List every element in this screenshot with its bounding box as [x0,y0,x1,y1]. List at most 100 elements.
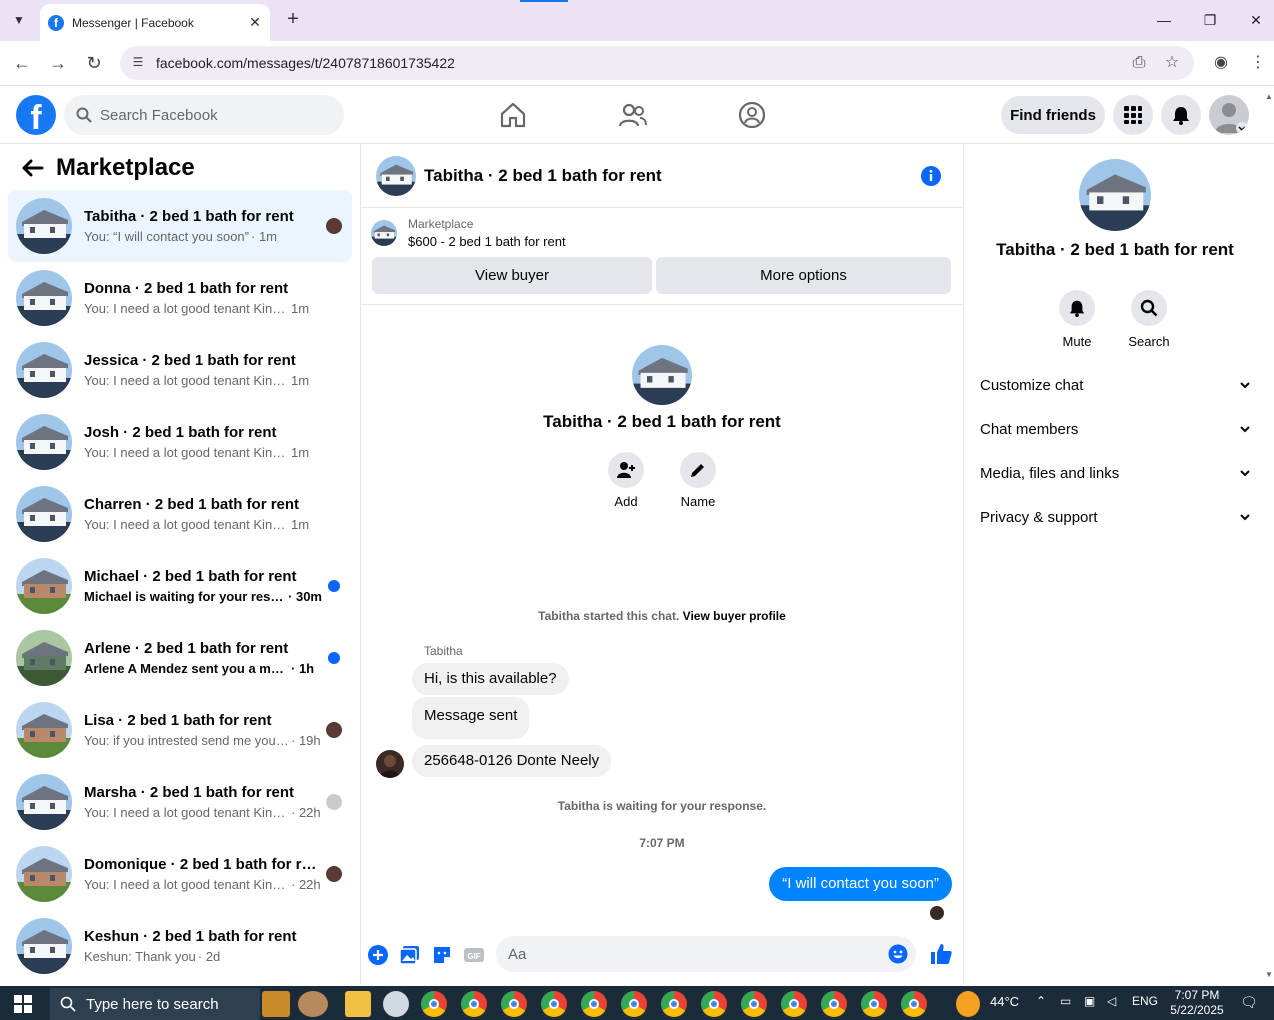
conversation-item[interactable]: Charren · 2 bed 1 bath for rent You: I ne… [8,478,352,550]
media-files-links-section[interactable]: Media, files and links [980,458,1252,488]
reload-button[interactable]: ↻ [82,51,106,75]
address-bar[interactable]: ☰ facebook.com/messages/t/24078718601735… [120,46,1194,80]
facebook-search-input[interactable] [100,106,320,124]
marketplace-label: Marketplace [408,217,474,231]
back-button[interactable]: ← [10,51,34,75]
scrollbar-down-arrow[interactable]: ▼ [1264,970,1274,979]
back-arrow-icon[interactable] [18,153,48,183]
thumbs-up-icon[interactable] [929,942,953,966]
search-conversation-button[interactable]: Search [1119,290,1179,349]
gif-icon[interactable]: GIF [463,944,485,966]
sender-avatar[interactable] [376,750,404,778]
tab-search-button[interactable]: ▼ [6,8,32,32]
browser-menu-icon[interactable]: ⋮ [1246,51,1270,75]
incoming-message[interactable]: Hi, is this available? [412,663,569,695]
conversation-item[interactable]: Donna · 2 bed 1 bath for rent You: I need… [8,262,352,334]
chrome-window-icon[interactable] [581,991,607,1017]
emoji-icon[interactable] [888,944,908,964]
chrome-window-icon[interactable] [701,991,727,1017]
message-input-box[interactable] [496,936,916,972]
name-chat-button[interactable]: Name [668,452,728,509]
chrome-window-icon[interactable] [781,991,807,1017]
info-icon[interactable] [920,165,942,187]
groups-icon[interactable] [737,100,767,130]
find-friends-button[interactable]: Find friends [1001,96,1105,134]
facebook-search-box[interactable] [64,95,344,135]
notification-center-icon[interactable]: 🗨 [1240,994,1258,1011]
marketplace-listing[interactable]: Marketplace $600 - 2 bed 1 bath for rent [371,217,566,249]
conversation-item[interactable]: Josh · 2 bed 1 bath for rent You: I need … [8,406,352,478]
conversation-item[interactable]: Michael · 2 bed 1 bath for rent Michael i… [8,550,352,622]
privacy-support-section[interactable]: Privacy & support [980,502,1252,532]
conversation-item[interactable]: Tabitha · 2 bed 1 bath for rent You: “I w… [8,190,352,262]
volume-icon[interactable]: ◁ [1107,994,1116,1008]
mute-button[interactable]: Mute [1047,290,1107,349]
conversation-item[interactable]: Lisa · 2 bed 1 bath for rent You: if you … [8,694,352,766]
more-options-button[interactable]: More options [656,257,951,294]
chrome-window-icon[interactable] [901,991,927,1017]
conversation-item[interactable]: Marsha · 2 bed 1 bath for rent You: I nee… [8,766,352,838]
sticker-icon[interactable] [431,944,453,966]
add-people-button[interactable]: Add [596,452,656,509]
forward-button[interactable]: → [46,51,70,75]
language-indicator[interactable]: ENG [1132,994,1158,1008]
menu-grid-icon[interactable] [1113,95,1153,135]
site-settings-icon[interactable]: ☰ [130,55,146,71]
chrome-window-icon[interactable] [821,991,847,1017]
new-tab-button[interactable]: + [282,8,304,30]
close-window-button[interactable]: ✕ [1233,6,1274,34]
view-buyer-button[interactable]: View buyer [372,257,652,294]
network-icon[interactable]: ▣ [1084,994,1095,1008]
taskbar-search[interactable]: Type here to search [50,988,260,1020]
view-buyer-profile-link[interactable]: View buyer profile [683,609,786,623]
chrome-window-icon[interactable] [461,991,487,1017]
file-explorer-icon[interactable] [345,991,371,1017]
incoming-message[interactable]: 256648-0126 Donte Neely [412,745,612,777]
notifications-bell-icon[interactable] [1161,95,1201,135]
customize-chat-section[interactable]: Customize chat [980,370,1252,400]
profile-icon[interactable]: ◉ [1209,51,1233,75]
account-avatar[interactable] [1209,95,1249,135]
tray-chevron-icon[interactable]: ⌃ [1036,994,1046,1008]
conversation-list: Tabitha · 2 bed 1 bath for rent You: “I w… [8,190,352,982]
windows-start-icon[interactable] [14,995,32,1013]
facebook-logo[interactable]: f [16,95,56,135]
friends-icon[interactable] [618,100,648,130]
chat-members-section[interactable]: Chat members [980,414,1252,444]
scrollbar-up-arrow[interactable]: ▲ [1264,92,1274,101]
photo-icon[interactable] [399,944,421,966]
tab-close-icon[interactable]: ✕ [244,14,266,31]
taskbar-clock[interactable]: 7:07 PM 5/22/2025 [1166,988,1228,1018]
chat-title[interactable]: Tabitha · 2 bed 1 bath for rent [424,166,920,186]
outgoing-message[interactable]: “I will contact you soon” [769,867,952,901]
chrome-window-icon[interactable] [741,991,767,1017]
install-app-icon[interactable]: ⎙ [1127,51,1151,75]
incoming-message[interactable]: Message sent [412,697,530,739]
chrome-window-icon[interactable] [541,991,567,1017]
minimize-button[interactable]: — [1141,6,1187,34]
conversation-item[interactable]: Jessica · 2 bed 1 bath for rent You: I ne… [8,334,352,406]
paint-app-icon[interactable] [383,991,409,1017]
books-app-icon[interactable] [262,991,290,1017]
weather-icon[interactable] [956,991,980,1017]
plus-circle-icon[interactable] [367,944,389,966]
bookmark-star-icon[interactable]: ☆ [1160,51,1184,75]
conversation-item[interactable]: Domonique · 2 bed 1 bath for rent You: I … [8,838,352,910]
meet-now-icon[interactable]: ▭ [1060,994,1071,1008]
chrome-window-icon[interactable] [421,991,447,1017]
browser-tab-messenger[interactable]: f Messenger | Facebook ✕ [40,4,270,41]
restore-button[interactable]: ❐ [1187,6,1233,34]
chrome-window-icon[interactable] [621,991,647,1017]
conversation-avatar [16,342,72,398]
message-input[interactable] [508,945,868,963]
hat-app-icon[interactable] [298,991,328,1017]
chrome-window-icon[interactable] [661,991,687,1017]
home-icon[interactable] [498,100,528,130]
conversation-item[interactable]: Arlene · 2 bed 1 bath for rent Arlene A M… [8,622,352,694]
unread-dot [328,652,340,664]
profile-avatar[interactable] [1079,159,1151,231]
chrome-window-icon[interactable] [501,991,527,1017]
chrome-window-icon[interactable] [861,991,887,1017]
chat-header-avatar[interactable] [376,155,416,196]
conversation-item[interactable]: Keshun · 2 bed 1 bath for rent Keshun: Th… [8,910,352,982]
